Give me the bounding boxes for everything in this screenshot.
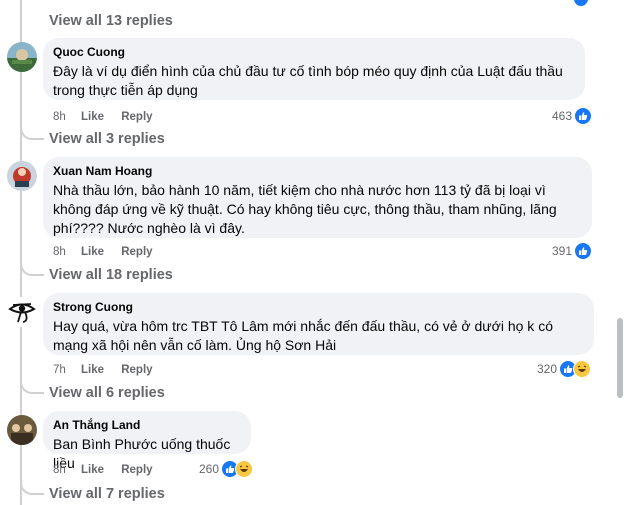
view-replies-link[interactable]: View all 7 replies: [20, 473, 165, 503]
like-button[interactable]: Like: [81, 464, 104, 476]
view-replies-link[interactable]: View all 13 replies: [49, 12, 173, 30]
avatar[interactable]: [7, 415, 37, 445]
like-button[interactable]: Like: [81, 364, 104, 376]
comment-time[interactable]: 8h: [53, 246, 66, 258]
haha-icon: [573, 360, 592, 378]
like-button[interactable]: Like: [81, 111, 104, 123]
like-icon: [574, 107, 593, 125]
comment-actions: 8h Like Reply: [53, 463, 167, 477]
comment-author[interactable]: Quoc Cuong: [53, 45, 575, 60]
comment-bubble: Strong Cuong Hay quá, vừa hôm trc TBT Tô…: [43, 293, 594, 355]
reaction-summary[interactable]: 320: [537, 360, 592, 378]
avatar[interactable]: [7, 297, 37, 327]
reaction-count: 320: [537, 362, 558, 376]
comment-text: Hay quá, vừa hôm trc TBT Tô Lâm mới nhắc…: [53, 318, 553, 353]
reaction-count: 260: [199, 462, 220, 476]
avatar[interactable]: [7, 42, 37, 72]
comment-time[interactable]: 8h: [53, 111, 66, 123]
comment-bubble: Xuan Nam Hoang Nhà thầu lớn, bảo hành 10…: [43, 157, 592, 238]
haha-icon: [235, 460, 254, 478]
comment-text: Nhà thầu lớn, bảo hành 10 năm, tiết kiệm…: [53, 182, 557, 236]
reply-button[interactable]: Reply: [121, 364, 152, 376]
avatar[interactable]: [7, 161, 37, 191]
comment-time[interactable]: 7h: [53, 364, 66, 376]
comment-time[interactable]: 8h: [53, 464, 66, 476]
reply-button[interactable]: Reply: [121, 246, 152, 258]
comment-bubble: An Thắng Land Ban Bình Phước uống thuốc …: [43, 411, 251, 471]
reaction-count: 391: [552, 244, 573, 258]
reaction-like-icon: [574, 0, 588, 6]
view-replies-link[interactable]: View all 3 replies: [20, 118, 165, 148]
reaction-summary[interactable]: 260: [199, 460, 254, 478]
comment-actions: 8h Like Reply: [53, 245, 167, 259]
reply-button[interactable]: Reply: [121, 111, 152, 123]
scrollbar[interactable]: [616, 0, 624, 505]
like-button[interactable]: Like: [81, 246, 104, 258]
like-icon: [574, 242, 593, 260]
reaction-count: 463: [552, 109, 573, 123]
comment-author[interactable]: Strong Cuong: [53, 300, 584, 315]
comment-text: Đây là ví dụ điển hình của chủ đầu tư cố…: [53, 63, 563, 98]
scrollbar-thumb[interactable]: [617, 318, 623, 398]
view-replies-link[interactable]: View all 18 replies: [20, 254, 173, 284]
comment-author[interactable]: Xuan Nam Hoang: [53, 164, 582, 179]
reply-button[interactable]: Reply: [121, 464, 152, 476]
comment-author[interactable]: An Thắng Land: [53, 418, 241, 433]
view-replies-link[interactable]: View all 6 replies: [20, 372, 165, 402]
reaction-summary[interactable]: 391: [552, 242, 593, 260]
comment-bubble: Quoc Cuong Đây là ví dụ điển hình của ch…: [43, 38, 585, 100]
comment-actions: 7h Like Reply: [53, 363, 167, 377]
comment-actions: 8h Like Reply: [53, 110, 167, 124]
reaction-summary[interactable]: 463: [552, 107, 593, 125]
